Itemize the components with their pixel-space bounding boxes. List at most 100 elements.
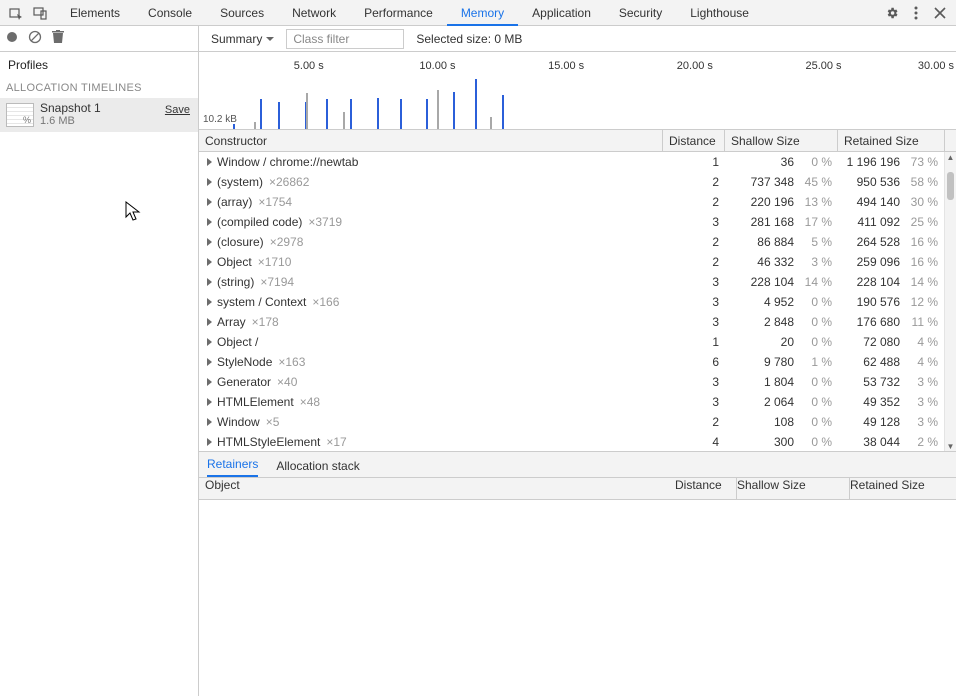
expand-icon[interactable] [207,338,212,346]
table-row[interactable]: HTMLElement×4832 0640 %49 3523 % [199,392,944,412]
retainers-body [199,500,956,696]
tab-application[interactable]: Application [518,0,605,26]
shallow-pct: 5 % [798,235,832,249]
tab-security[interactable]: Security [605,0,676,26]
expand-icon[interactable] [207,378,212,386]
table-row[interactable]: Object /1200 %72 0804 % [199,332,944,352]
constructor-name: (compiled code) [217,215,302,229]
table-row[interactable]: (system)×268622737 34845 %950 53658 % [199,172,944,192]
table-row[interactable]: HTMLStyleElement×1743000 %38 0442 % [199,432,944,452]
close-icon[interactable] [930,3,950,23]
table-row[interactable]: Object×1710246 3323 %259 09616 % [199,252,944,272]
scroll-thumb[interactable] [947,172,954,200]
retained-val: 264 528 [842,235,900,249]
tab-elements[interactable]: Elements [56,0,134,26]
constructor-count: ×7194 [260,275,294,289]
timeline-tick: 15.00 s [548,60,584,72]
more-icon[interactable] [906,3,926,23]
expand-icon[interactable] [207,418,212,426]
tab-lighthouse[interactable]: Lighthouse [676,0,763,26]
expand-icon[interactable] [207,258,212,266]
retained-val: 72 080 [842,335,900,349]
expand-icon[interactable] [207,158,212,166]
settings-icon[interactable] [882,3,902,23]
record-icon[interactable] [6,31,18,46]
table-row[interactable]: system / Context×16634 9520 %190 57612 % [199,292,944,312]
snapshot-icon [6,103,34,127]
timeline-bar [437,90,439,129]
constructor-name: HTMLStyleElement [217,435,320,449]
constructor-count: ×178 [252,315,279,329]
header-object[interactable]: Object [199,478,675,499]
table-row[interactable]: Window×521080 %49 1283 % [199,412,944,432]
perspective-select[interactable]: Summary [205,29,280,49]
expand-icon[interactable] [207,298,212,306]
scroll-down-icon[interactable]: ▼ [945,441,956,451]
snapshot-item[interactable]: Snapshot 1 1.6 MB Save [0,98,198,132]
detail-tab-allocation-stack[interactable]: Allocation stack [276,459,359,477]
header-shallow-2[interactable]: Shallow Size [737,478,850,499]
cursor-icon [125,201,143,223]
timeline-tick: 10.00 s [419,60,455,72]
shallow-pct: 0 % [798,395,832,409]
tab-performance[interactable]: Performance [350,0,447,26]
timeline-tick: 5.00 s [294,60,324,72]
clear-icon[interactable] [28,30,42,47]
table-row[interactable]: StyleNode×16369 7801 %62 4884 % [199,352,944,372]
delete-icon[interactable] [52,30,64,47]
detail-tab-retainers[interactable]: Retainers [207,457,258,477]
expand-icon[interactable] [207,358,212,366]
expand-icon[interactable] [207,278,212,286]
shallow-val: 2 064 [730,395,794,409]
tab-memory[interactable]: Memory [447,0,518,26]
table-row[interactable]: (string)×71943228 10414 %228 10414 % [199,272,944,292]
tab-sources[interactable]: Sources [206,0,278,26]
expand-icon[interactable] [207,398,212,406]
distance-val: 6 [669,355,719,369]
retained-val: 49 128 [842,415,900,429]
expand-icon[interactable] [207,238,212,246]
class-filter-input[interactable]: Class filter [286,29,404,49]
constructor-name: system / Context [217,295,306,309]
tab-network[interactable]: Network [278,0,350,26]
retained-val: 190 576 [842,295,900,309]
table-row[interactable]: Generator×4031 8040 %53 7323 % [199,372,944,392]
retained-pct: 30 % [904,195,938,209]
distance-val: 3 [669,315,719,329]
expand-icon[interactable] [207,178,212,186]
header-shallow-size[interactable]: Shallow Size [725,130,838,151]
table-row[interactable]: Array×17832 8480 %176 68011 % [199,312,944,332]
inspect-icon[interactable] [6,3,26,23]
header-distance-2[interactable]: Distance [675,478,737,499]
shallow-pct: 3 % [798,255,832,269]
shallow-val: 300 [730,435,794,449]
allocation-timeline[interactable]: 5.00 s10.00 s15.00 s20.00 s25.00 s30.00 … [199,52,956,130]
table-row[interactable]: (closure)×2978286 8845 %264 52816 % [199,232,944,252]
table-row[interactable]: (array)×17542220 19613 %494 14030 % [199,192,944,212]
expand-icon[interactable] [207,198,212,206]
distance-val: 2 [669,175,719,189]
retained-val: 950 536 [842,175,900,189]
header-retained-2[interactable]: Retained Size [850,478,956,499]
device-toggle-icon[interactable] [30,3,50,23]
header-distance[interactable]: Distance [663,130,725,151]
scrollbar[interactable]: ▲ ▼ [944,152,956,451]
expand-icon[interactable] [207,438,212,446]
constructor-name: Object [217,255,252,269]
retained-pct: 12 % [904,295,938,309]
expand-icon[interactable] [207,218,212,226]
table-row[interactable]: Window / chrome://newtab1360 %1 196 1967… [199,152,944,172]
scroll-up-icon[interactable]: ▲ [945,152,956,162]
header-constructor[interactable]: Constructor [199,130,663,151]
table-row[interactable]: (compiled code)×37193281 16817 %411 0922… [199,212,944,232]
shallow-val: 2 848 [730,315,794,329]
snapshot-name: Snapshot 1 [40,102,101,115]
tab-console[interactable]: Console [134,0,206,26]
distance-val: 1 [669,155,719,169]
expand-icon[interactable] [207,318,212,326]
header-retained-size[interactable]: Retained Size [838,130,944,151]
timeline-bar [502,95,504,129]
save-link[interactable]: Save [165,104,190,116]
constructor-count: ×3719 [308,215,342,229]
retained-val: 38 044 [842,435,900,449]
